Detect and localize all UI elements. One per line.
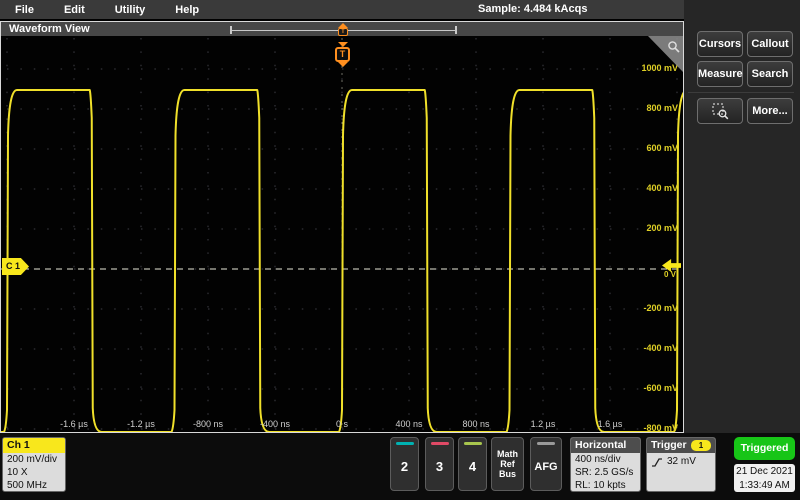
trigger-title: Trigger	[651, 439, 687, 451]
panel-separator	[683, 21, 684, 433]
x-axis-tick-label: 400 ns	[395, 419, 422, 429]
menu-edit[interactable]: Edit	[64, 4, 85, 16]
trigger-stem-icon	[338, 62, 348, 67]
trigger-source-pill: 1	[691, 440, 711, 451]
channel-1-scale: 200 mV/div	[7, 454, 61, 467]
sample-acquisition-readout: Sample: 4.484 kAcqs	[478, 3, 587, 15]
y-axis-tick-label: 400 mV	[646, 183, 678, 193]
horizontal-title: Horizontal	[571, 438, 640, 453]
ref-label: Ref	[492, 459, 523, 469]
menu-help[interactable]: Help	[175, 4, 199, 16]
waveform-view-tabbar: Waveform View T	[1, 22, 683, 36]
menu-utility[interactable]: Utility	[115, 4, 146, 16]
oscilloscope-screen: File Edit Utility Help Sample: 4.484 kAc…	[0, 0, 800, 500]
channel-3-color-bar	[431, 442, 449, 445]
more-button[interactable]: More...	[747, 98, 793, 124]
waveform-plot	[1, 36, 683, 432]
channel-2-label: 2	[391, 459, 418, 474]
channel-3-button[interactable]: 3	[425, 437, 454, 491]
waveform-view-window: Waveform View T 1000 mV 800 mV 600 mV 400 m…	[0, 21, 684, 433]
afg-button[interactable]: AFG	[530, 437, 562, 491]
zoom-select-icon	[712, 103, 729, 120]
search-button[interactable]: Search	[747, 61, 793, 87]
y-axis-tick-label: -800 mV	[643, 423, 678, 433]
y-axis-tick-label: -600 mV	[643, 383, 678, 393]
rising-edge-icon	[651, 456, 663, 468]
triggered-status-badge: Triggered	[734, 437, 795, 460]
channel-4-button[interactable]: 4	[458, 437, 487, 491]
cursors-button[interactable]: Cursors	[697, 31, 743, 57]
y-axis-tick-label: 800 mV	[646, 103, 678, 113]
y-axis-tick-label: 600 mV	[646, 143, 678, 153]
time-label: 1:33:49 AM	[734, 479, 795, 493]
menu-file[interactable]: File	[15, 4, 34, 16]
trigger-badge[interactable]: Trigger 1 32 mV	[646, 437, 716, 492]
zero-volt-label: 0 V	[664, 270, 676, 279]
record-length: RL: 10 kpts	[575, 480, 636, 492]
x-axis-tick-label: 1.2 µs	[531, 419, 556, 429]
measure-button[interactable]: Measure	[697, 61, 743, 87]
channel-4-label: 4	[459, 459, 486, 474]
callout-button[interactable]: Callout	[747, 31, 793, 57]
datetime-display: 21 Dec 2021 1:33:49 AM	[734, 464, 795, 492]
toolbar-divider	[688, 92, 794, 93]
minimap-trigger-icon: T	[338, 28, 348, 36]
right-toolbar-panel: Cursors Callout Measure Search More...	[684, 0, 800, 433]
y-axis-tick-label: 200 mV	[646, 223, 678, 233]
x-axis-tick-label: -800 ns	[193, 419, 223, 429]
afg-label: AFG	[531, 461, 561, 473]
sample-rate: SR: 2.5 GS/s	[575, 467, 636, 480]
horizontal-scale: 400 ns/div	[575, 454, 636, 467]
trigger-level: 32 mV	[667, 456, 696, 469]
x-axis-tick-label: 800 ns	[462, 419, 489, 429]
y-axis-tick-label: -400 mV	[643, 343, 678, 353]
math-label: Math	[492, 449, 523, 459]
bottom-settings-bar: Ch 1 200 mV/div 10 X 500 MHz 2 3 4 Math …	[0, 433, 800, 500]
y-axis-tick-label: 1000 mV	[641, 63, 678, 73]
channel-2-color-bar	[396, 442, 414, 445]
x-axis-tick-label: -1.6 µs	[60, 419, 88, 429]
y-axis-tick-label: -200 mV	[643, 303, 678, 313]
bus-label: Bus	[492, 469, 523, 479]
channel-1-badge[interactable]: Ch 1 200 mV/div 10 X 500 MHz	[2, 437, 66, 492]
graticule[interactable]: 1000 mV 800 mV 600 mV 400 mV 200 mV -200 mV -4…	[1, 36, 683, 432]
channel-2-button[interactable]: 2	[390, 437, 419, 491]
math-ref-bus-button[interactable]: Math Ref Bus	[491, 437, 524, 491]
x-axis-tick-label: -1.2 µs	[127, 419, 155, 429]
x-axis-tick-label: 0 s	[336, 419, 348, 429]
horizontal-badge[interactable]: Horizontal 400 ns/div SR: 2.5 GS/s RL: 1…	[570, 437, 641, 492]
tab-waveform-view[interactable]: Waveform View	[9, 23, 90, 35]
magnifier-icon	[667, 40, 680, 53]
afg-color-bar	[537, 442, 555, 445]
channel-1-probe: 10 X	[7, 467, 61, 480]
channel-3-label: 3	[426, 459, 453, 474]
channel-1-bandwidth: 500 MHz	[7, 480, 61, 492]
trigger-position-marker[interactable]: T	[335, 42, 351, 67]
trigger-t-icon: T	[335, 47, 350, 62]
channel-4-color-bar	[464, 442, 482, 445]
date-label: 21 Dec 2021	[734, 465, 795, 479]
x-axis-tick-label: -400 ns	[260, 419, 290, 429]
x-axis-tick-label: 1.6 µs	[598, 419, 623, 429]
channel-1-name: Ch 1	[3, 438, 65, 453]
zoom-select-button[interactable]	[697, 98, 743, 124]
